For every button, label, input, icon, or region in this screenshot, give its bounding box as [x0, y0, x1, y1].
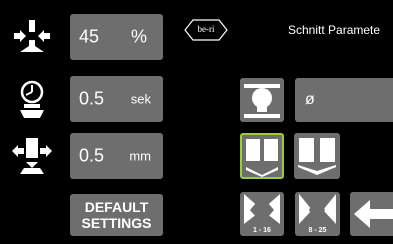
spread-arrows-icon [12, 136, 52, 176]
default-settings-line2: SETTINGS [81, 215, 152, 231]
compression-unit: % [130, 26, 147, 47]
cut-mode-2-icon [298, 138, 336, 175]
size-range-8-25-button[interactable]: 8 - 25 [295, 192, 340, 236]
clock-press-icon [14, 80, 50, 120]
tool-diameter-field[interactable]: ø [295, 78, 393, 122]
cut-mode-1-button[interactable] [240, 133, 284, 179]
compression-field[interactable]: 45 % [70, 14, 163, 60]
cut-mode-2-button[interactable] [294, 133, 340, 179]
cut-mode-1-icon [246, 139, 278, 177]
time-field[interactable]: 0.5 sek [70, 76, 163, 122]
default-settings-button[interactable]: DEFAULT SETTINGS [70, 194, 163, 236]
compression-value: 45 [79, 26, 100, 47]
size-range-8-25-label: 8 - 25 [308, 227, 327, 234]
back-button[interactable] [350, 192, 393, 236]
time-value: 0.5 [79, 88, 105, 109]
time-unit: sek [130, 91, 151, 107]
tool-diameter-value: ø [305, 91, 315, 108]
diamond-small-icon [244, 194, 280, 224]
distance-value: 0.5 [79, 145, 105, 166]
tool-shape-button[interactable] [240, 78, 284, 122]
size-range-1-16-label: 1 - 16 [253, 227, 271, 234]
distance-field[interactable]: 0.5 mm [70, 133, 163, 179]
distance-unit: mm [129, 148, 151, 164]
punch-tool-icon [244, 84, 280, 118]
diamond-large-icon [299, 194, 336, 224]
page-title: Schnitt Paramete [288, 23, 381, 37]
default-settings-line1: DEFAULT [84, 199, 149, 215]
arrow-left-icon [354, 200, 393, 228]
be-ri-logo: be-ri [184, 19, 228, 41]
size-range-1-16-button[interactable]: 1 - 16 [240, 192, 284, 236]
logo-text: be-ri [197, 24, 215, 34]
compress-arrows-icon [12, 20, 52, 52]
